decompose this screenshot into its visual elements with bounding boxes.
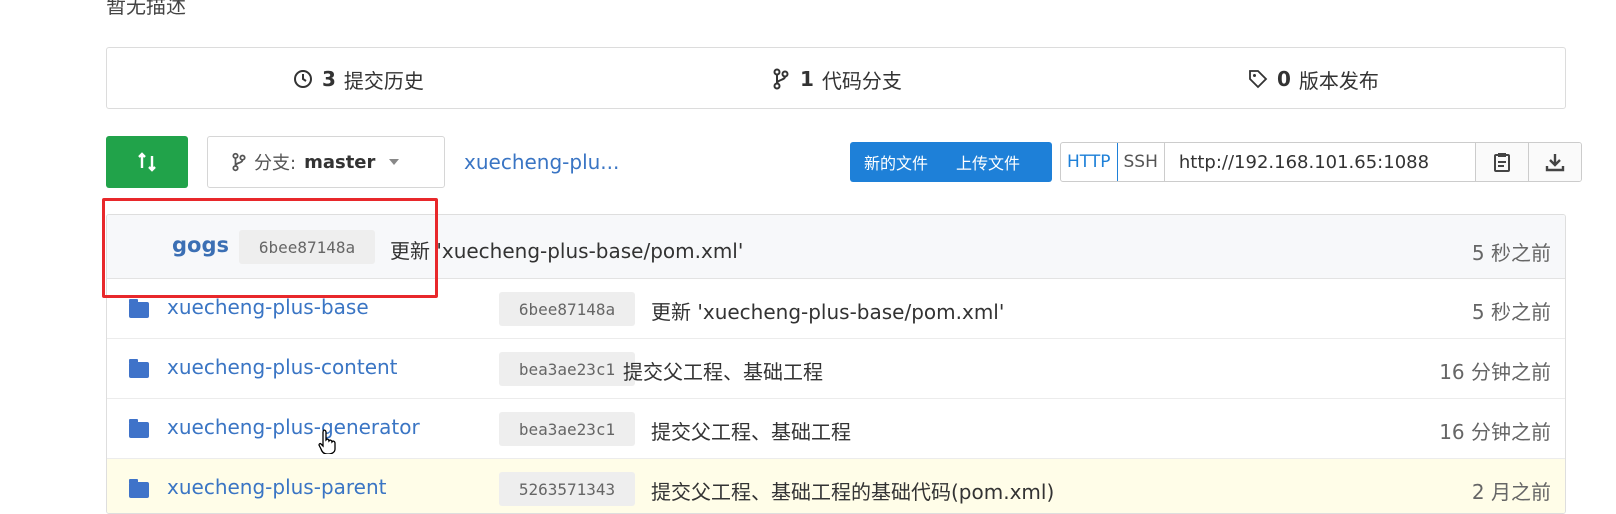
releases-count: 0 <box>1277 67 1291 91</box>
file-message: 提交父工程、基础工程 <box>623 360 823 384</box>
download-icon <box>1545 154 1565 172</box>
folder-icon <box>129 299 149 318</box>
clone-bar: HTTP SSH http://192.168.101.65:1088 <box>1060 142 1582 182</box>
file-name[interactable]: xuecheng-plus-parent <box>167 475 387 499</box>
file-time: 2 月之前 <box>1471 480 1551 504</box>
copy-url-button[interactable] <box>1475 143 1529 181</box>
tag-icon <box>1247 68 1269 90</box>
repo-stats-bar: 3 提交历史 1 代码分支 0 版本发布 <box>106 47 1566 109</box>
file-message: 更新 'xuecheng-plus-base/pom.xml' <box>651 300 1005 324</box>
compare-icon <box>138 152 156 172</box>
branch-prefix: 分支: <box>254 153 297 174</box>
history-icon <box>292 68 314 90</box>
folder-icon <box>129 359 149 378</box>
folder-icon <box>129 479 149 498</box>
file-sha[interactable]: bea3ae23c1 <box>499 352 635 386</box>
repo-description: 暂无描述 <box>106 0 186 18</box>
new-file-button[interactable]: 新的文件 <box>850 150 942 174</box>
http-button[interactable]: HTTP <box>1060 143 1118 181</box>
clipboard-icon <box>1493 153 1510 172</box>
file-sha[interactable]: bea3ae23c1 <box>499 412 635 446</box>
commits-stat[interactable]: 3 提交历史 <box>292 48 424 110</box>
file-message: 提交父工程、基础工程 <box>651 420 851 444</box>
compare-button[interactable] <box>106 136 188 188</box>
file-time: 5 秒之前 <box>1471 300 1551 324</box>
file-message: 提交父工程、基础工程的基础代码(pom.xml) <box>651 480 1055 504</box>
file-actions: 新的文件 上传文件 <box>850 142 1052 182</box>
repo-toolbar: 分支: master xuecheng-plu... 新的文件 上传文件 HTT… <box>106 136 1582 190</box>
branches-count: 1 <box>800 67 814 91</box>
file-time: 16 分钟之前 <box>1439 360 1551 384</box>
file-time: 16 分钟之前 <box>1439 420 1551 444</box>
releases-label: 版本发布 <box>1298 68 1379 93</box>
highlight-annotation <box>102 198 438 298</box>
commits-label: 提交历史 <box>343 68 424 93</box>
file-name[interactable]: xuecheng-plus-generator <box>167 415 420 439</box>
upload-file-button[interactable]: 上传文件 <box>942 150 1034 174</box>
branch-selector[interactable]: 分支: master <box>207 136 445 188</box>
commits-count: 3 <box>322 67 336 91</box>
repo-path-link[interactable]: xuecheng-plu... <box>464 150 619 174</box>
releases-stat[interactable]: 0 版本发布 <box>1247 48 1379 110</box>
file-row[interactable]: xuecheng-plus-content bea3ae23c1 提交父工程、基… <box>107 339 1565 399</box>
commit-time: 5 秒之前 <box>1471 241 1551 265</box>
file-name[interactable]: xuecheng-plus-base <box>167 295 369 319</box>
file-sha[interactable]: 5263571343 <box>499 472 635 506</box>
commit-message: 更新 'xuecheng-plus-base/pom.xml' <box>390 239 744 263</box>
branch-icon <box>770 68 792 90</box>
clone-url-input[interactable]: http://192.168.101.65:1088 <box>1165 143 1476 181</box>
branches-label: 代码分支 <box>821 68 902 93</box>
hand-cursor-icon <box>318 429 336 454</box>
ssh-button[interactable]: SSH <box>1118 143 1165 181</box>
download-button[interactable] <box>1528 143 1581 181</box>
file-name[interactable]: xuecheng-plus-content <box>167 355 398 379</box>
folder-icon <box>129 419 149 438</box>
chevron-down-icon <box>389 159 400 165</box>
file-sha[interactable]: 6bee87148a <box>499 292 635 326</box>
branch-icon <box>232 152 246 172</box>
branches-stat[interactable]: 1 代码分支 <box>770 48 902 110</box>
branch-name: master <box>304 151 376 173</box>
